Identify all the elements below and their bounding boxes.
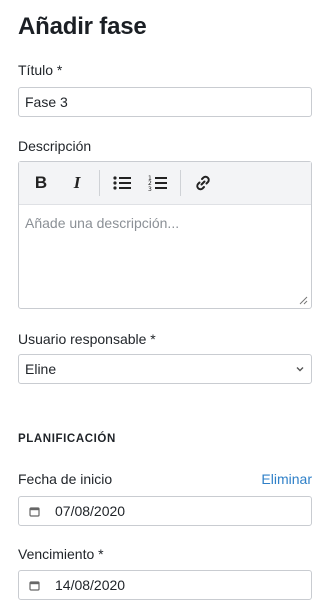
due-date-input[interactable]: 14/08/2020 xyxy=(18,570,312,600)
planning-section-heading: PLANIFICACIÓN xyxy=(18,433,116,445)
toolbar-divider xyxy=(99,170,100,196)
start-date-value: 07/08/2020 xyxy=(55,503,126,519)
start-date-label-row: Fecha de inicio Eliminar xyxy=(18,470,312,488)
numbered-list-icon: 1 2 3 xyxy=(148,175,167,192)
link-button[interactable] xyxy=(189,169,217,197)
start-date-label: Fecha de inicio xyxy=(18,471,113,487)
due-date-value: 14/08/2020 xyxy=(55,577,126,593)
title-field-label: Título * xyxy=(18,62,63,78)
add-phase-form: Añadir fase Título * Fase 3 Descripción … xyxy=(18,0,312,600)
bullet-list-button[interactable] xyxy=(108,169,136,197)
calendar-icon xyxy=(27,578,41,592)
description-editor: B I 1 2 3 Añade una descripción... xyxy=(18,161,312,309)
calendar-icon xyxy=(27,504,41,518)
due-date-label: Vencimiento * xyxy=(18,546,104,562)
title-input-value: Fase 3 xyxy=(25,94,68,110)
start-date-input[interactable]: 07/08/2020 xyxy=(18,496,312,526)
bullet-list-icon xyxy=(113,176,131,190)
svg-text:3: 3 xyxy=(148,186,152,192)
description-placeholder: Añade una descripción... xyxy=(25,215,180,231)
link-icon xyxy=(196,175,210,191)
responsible-select-value: Eline xyxy=(25,361,57,377)
page-title: Añadir fase xyxy=(18,13,147,40)
italic-icon: I xyxy=(73,173,81,192)
bold-button[interactable]: B xyxy=(27,169,55,197)
description-textarea[interactable]: Añade una descripción... xyxy=(19,205,311,241)
description-label: Descripción xyxy=(18,138,92,154)
title-input[interactable]: Fase 3 xyxy=(18,87,312,117)
remove-start-date-link[interactable]: Eliminar xyxy=(261,471,312,487)
chevron-down-icon xyxy=(296,367,304,372)
responsible-select[interactable]: Eline xyxy=(18,354,312,384)
responsible-label: Usuario responsable * xyxy=(18,331,156,347)
bold-icon: B xyxy=(34,173,48,192)
resize-handle-icon[interactable] xyxy=(299,296,308,305)
numbered-list-button[interactable]: 1 2 3 xyxy=(144,169,172,197)
toolbar-divider xyxy=(180,170,181,196)
italic-button[interactable]: I xyxy=(63,169,91,197)
editor-toolbar: B I 1 2 3 xyxy=(19,162,311,205)
